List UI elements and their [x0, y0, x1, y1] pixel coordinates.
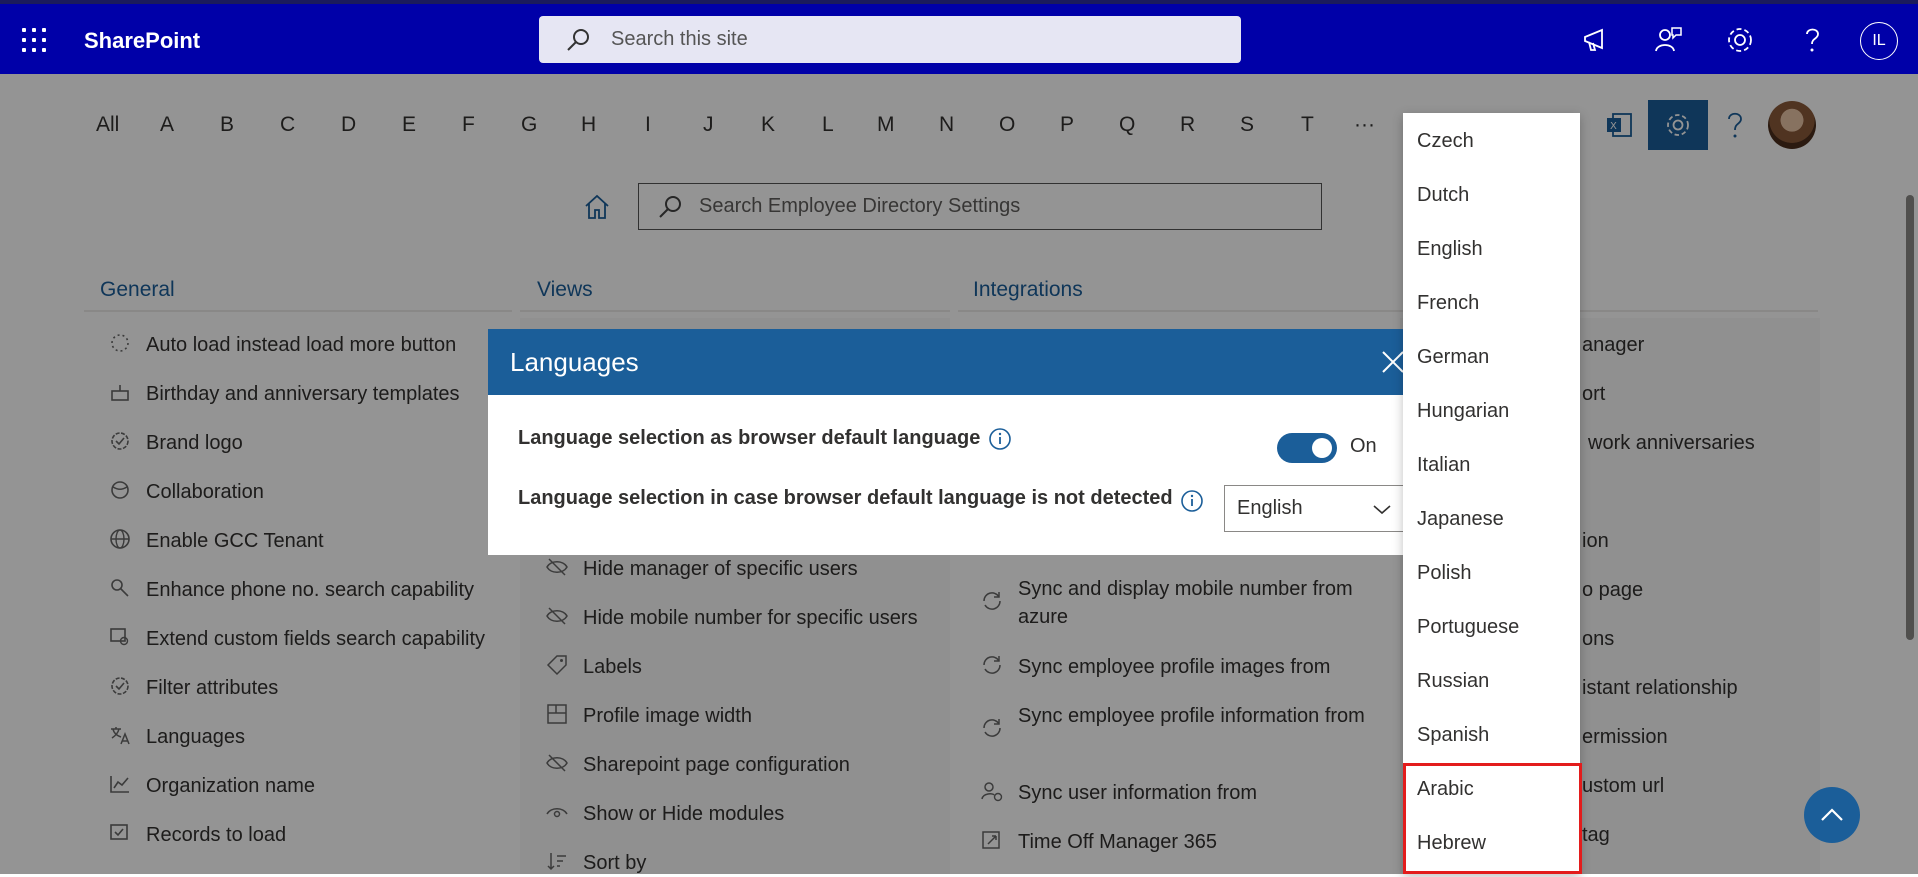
language-option[interactable]: Hungarian: [1417, 400, 1509, 423]
language-option[interactable]: Italian: [1417, 454, 1470, 477]
language-option[interactable]: German: [1417, 346, 1489, 369]
info-icon[interactable]: [988, 427, 1012, 451]
language-option[interactable]: Russian: [1417, 670, 1489, 693]
toggle-state-label: On: [1350, 435, 1377, 457]
feedback-icon[interactable]: [1652, 24, 1684, 56]
language-option[interactable]: Dutch: [1417, 184, 1469, 207]
suite-header: SharePoint IL: [0, 0, 1918, 74]
language-option[interactable]: Japanese: [1417, 508, 1504, 531]
selected-language: English: [1237, 497, 1303, 519]
site-search-box[interactable]: [539, 16, 1241, 63]
language-option[interactable]: French: [1417, 292, 1479, 315]
language-option[interactable]: Spanish: [1417, 724, 1489, 747]
language-option[interactable]: Czech: [1417, 130, 1474, 153]
languages-dialog: Languages Language selection as browser …: [488, 329, 1408, 555]
toggle-knob: [1312, 438, 1332, 458]
dialog-title: Languages: [510, 346, 639, 377]
language-dropdown-list: Czech Dutch English French German Hungar…: [1403, 113, 1580, 874]
language-option[interactable]: English: [1417, 238, 1483, 261]
scroll-to-top-button[interactable]: [1804, 787, 1860, 843]
fallback-language-label: Language selection in case browser defau…: [518, 487, 1173, 509]
account-avatar[interactable]: IL: [1860, 22, 1898, 60]
dialog-header: Languages: [488, 329, 1408, 395]
app-name[interactable]: SharePoint: [84, 28, 200, 54]
browser-default-language-toggle[interactable]: [1277, 433, 1337, 463]
fallback-language-select[interactable]: English: [1224, 485, 1406, 532]
info-icon[interactable]: [1180, 489, 1204, 513]
help-icon[interactable]: [1796, 24, 1828, 56]
chevron-down-icon: [1373, 505, 1391, 515]
highlight-box: [1403, 763, 1582, 874]
gear-icon[interactable]: [1724, 24, 1756, 56]
megaphone-icon[interactable]: [1580, 24, 1612, 56]
app-launcher-icon[interactable]: [22, 28, 48, 54]
browser-default-language-label: Language selection as browser default la…: [518, 427, 981, 449]
site-search-input[interactable]: [609, 27, 1213, 52]
search-icon: [567, 28, 589, 51]
language-option[interactable]: Portuguese: [1417, 616, 1519, 639]
chevron-up-icon: [1821, 808, 1843, 821]
language-option[interactable]: Polish: [1417, 562, 1471, 585]
